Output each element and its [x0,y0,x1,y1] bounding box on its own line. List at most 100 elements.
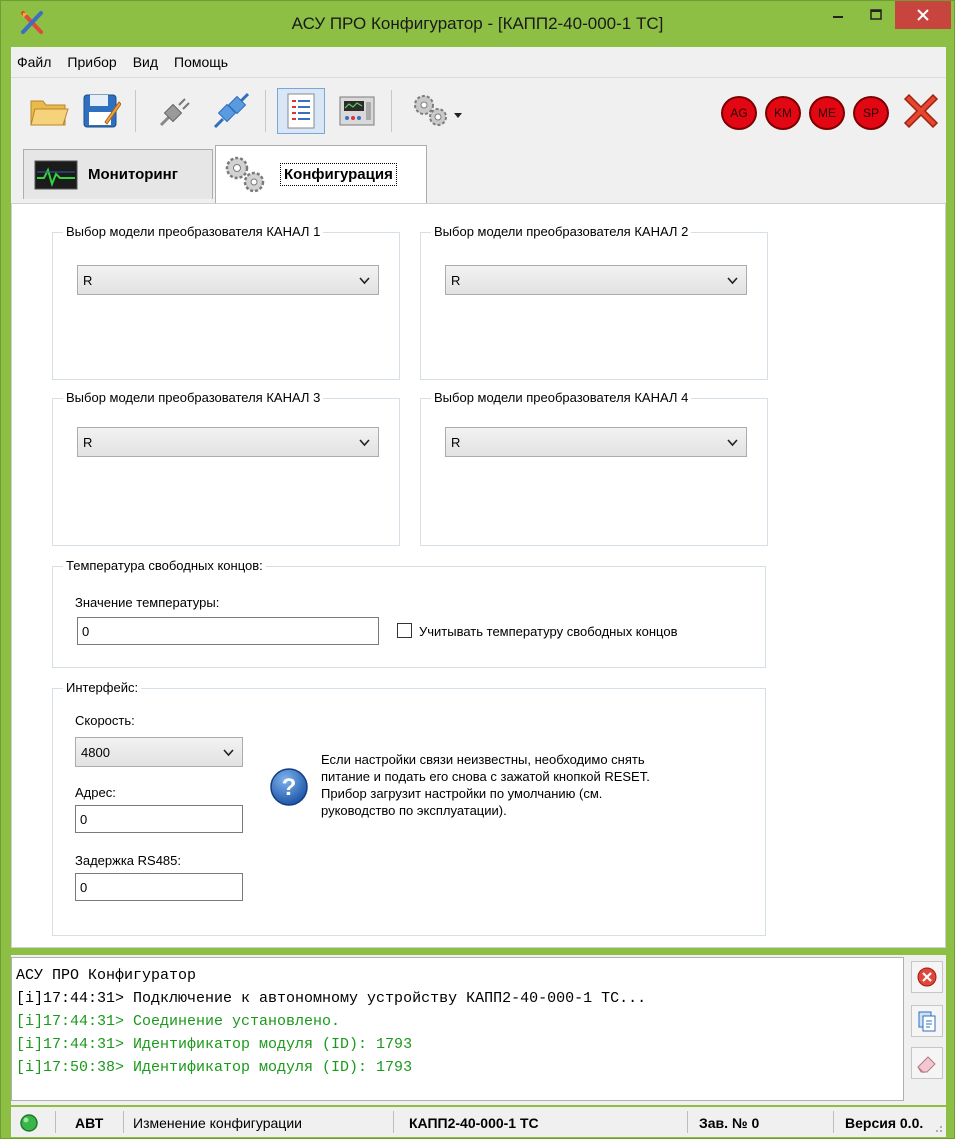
indicator-km-label: KM [774,106,792,120]
channel-2-model-select[interactable]: R [445,265,747,295]
indicator-ag[interactable]: AG [721,96,757,130]
status-mode: АВТ [75,1115,104,1131]
delay-value: 0 [80,879,88,895]
chevron-down-icon [359,277,370,285]
disconnect-plug-icon [159,98,190,127]
resize-grip-icon[interactable] [931,1121,943,1133]
use-cold-junction-checkbox[interactable] [397,623,412,638]
status-bar: АВТ Изменение конфигурации КАПП2-40-000-… [11,1107,946,1137]
chevron-down-icon [359,439,370,447]
minimize-icon [833,16,843,18]
log-erase-button[interactable] [911,1047,943,1079]
status-version: Версия 0.0. [845,1115,924,1131]
interface-title: Интерфейс: [63,680,142,695]
channel-3-title: Выбор модели преобразователя КАНАЛ 3 [63,390,324,405]
interface-group: Интерфейс: Скорость: 4800 Адрес: 0 Задер… [52,680,766,936]
indicator-me-label: ME [818,106,836,120]
settings-dropdown-button[interactable] [403,88,473,134]
menu-help[interactable]: Помощь [174,54,228,70]
temperature-value-label: Значение температуры: [75,595,220,610]
indicator-sp-label: SP [862,106,879,120]
status-serial: Зав. № 0 [699,1115,760,1131]
monitor-view-icon [339,96,375,126]
disconnect-button[interactable] [151,88,199,134]
channel-1-model-select[interactable]: R [77,265,379,295]
temperature-value: 0 [82,623,90,639]
minimize-button[interactable] [819,1,857,29]
indicator-sp[interactable]: SP [853,96,889,130]
settings-gears-icon [414,95,462,126]
save-icon [83,94,121,128]
maximize-icon [870,9,882,20]
close-icon [917,9,929,21]
log-line: [i]17:44:31> Подключение к автономному у… [16,990,647,1007]
open-folder-icon [30,100,69,126]
chevron-down-icon [727,439,738,447]
green-led-icon [20,1114,38,1132]
address-value: 0 [80,811,88,827]
maximize-button[interactable] [857,1,895,29]
delay-input[interactable]: 0 [75,873,243,901]
status-state: Изменение конфигурации [133,1115,302,1131]
tab-strip: Мониторинг Конфигурация [11,143,946,203]
connection-led [19,1111,49,1135]
connect-button[interactable] [207,88,255,134]
channel-2-group: Выбор модели преобразователя КАНАЛ 2 R [420,224,768,380]
use-cold-junction-label[interactable]: Учитывать температуру свободных концов [419,624,677,639]
channel-4-title: Выбор модели преобразователя КАНАЛ 4 [431,390,692,405]
log-copy-button[interactable] [911,1005,943,1037]
channel-4-model-select[interactable]: R [445,427,747,457]
log-clear-errors-button[interactable] [911,961,943,993]
indicator-ag-label: AG [730,106,748,120]
configuration-panel: Выбор модели преобразователя КАНАЛ 1 R В… [11,203,946,948]
toolbar: AG KM ME SP [11,77,946,143]
channel-1-model-value: R [83,272,93,288]
info-line-3: Прибор загрузит настройки по умолчанию (… [321,786,603,801]
log-line: [i]17:44:31> Соединение установлено. [16,1013,341,1030]
error-stop-icon [917,967,937,987]
config-view-button[interactable] [277,88,325,134]
menu-bar: Файл Прибор Вид Помощь [11,47,946,77]
log-line: [i]17:50:38> Идентификатор модуля (ID): … [16,1059,413,1076]
monitor-chart-icon [34,160,78,189]
open-button[interactable] [25,88,73,134]
save-button[interactable] [77,88,125,134]
channel-3-model-select[interactable]: R [77,427,379,457]
info-line-1: Если настройки связи неизвестны, необход… [321,752,645,767]
chevron-down-icon [727,277,738,285]
speed-select[interactable]: 4800 [75,737,243,767]
window-title: АСУ ПРО Конфигуратор - [КАПП2-40-000-1 Т… [291,14,664,33]
info-line-4: руководство по эксплуатации). [321,803,507,818]
address-label: Адрес: [75,785,116,800]
log-line: [i]17:44:31> Идентификатор модуля (ID): … [16,1036,413,1053]
tab-monitoring[interactable]: Мониторинг [23,149,213,199]
menu-view[interactable]: Вид [133,54,158,70]
channel-1-group: Выбор модели преобразователя КАНАЛ 1 R [52,224,400,380]
interface-info-text: Если настройки связи неизвестны, необход… [321,751,650,819]
channel-3-group: Выбор модели преобразователя КАНАЛ 3 R [52,390,400,546]
channel-3-model-value: R [83,434,93,450]
channel-2-model-value: R [451,272,461,288]
menu-file[interactable]: Файл [17,54,51,70]
tab-configuration[interactable]: Конфигурация [215,145,427,203]
monitor-view-button[interactable] [333,88,381,134]
cold-junction-group: Температура свободных концов: Значение т… [52,558,766,668]
channel-4-group: Выбор модели преобразователя КАНАЛ 4 R [420,390,768,546]
log-panel: АСУ ПРО Конфигуратор [i]17:44:31> Подклю… [11,955,946,1105]
connect-plug-icon [213,92,250,129]
indicator-me[interactable]: ME [809,96,845,130]
log-line: АСУ ПРО Конфигуратор [16,967,197,984]
speed-value: 4800 [81,744,110,760]
delay-label: Задержка RS485: [75,853,181,868]
gears-icon [225,156,265,192]
exit-button[interactable] [897,88,945,134]
close-window-button[interactable] [895,1,951,29]
title-bar[interactable]: АСУ ПРО Конфигуратор - [КАПП2-40-000-1 Т… [1,1,954,45]
temperature-value-input[interactable]: 0 [77,617,379,645]
log-output[interactable]: АСУ ПРО Конфигуратор [i]17:44:31> Подклю… [11,957,904,1101]
channel-2-title: Выбор модели преобразователя КАНАЛ 2 [431,224,692,239]
address-input[interactable]: 0 [75,805,243,833]
menu-device[interactable]: Прибор [67,54,116,70]
indicator-km[interactable]: KM [765,96,801,130]
channel-4-model-value: R [451,434,461,450]
